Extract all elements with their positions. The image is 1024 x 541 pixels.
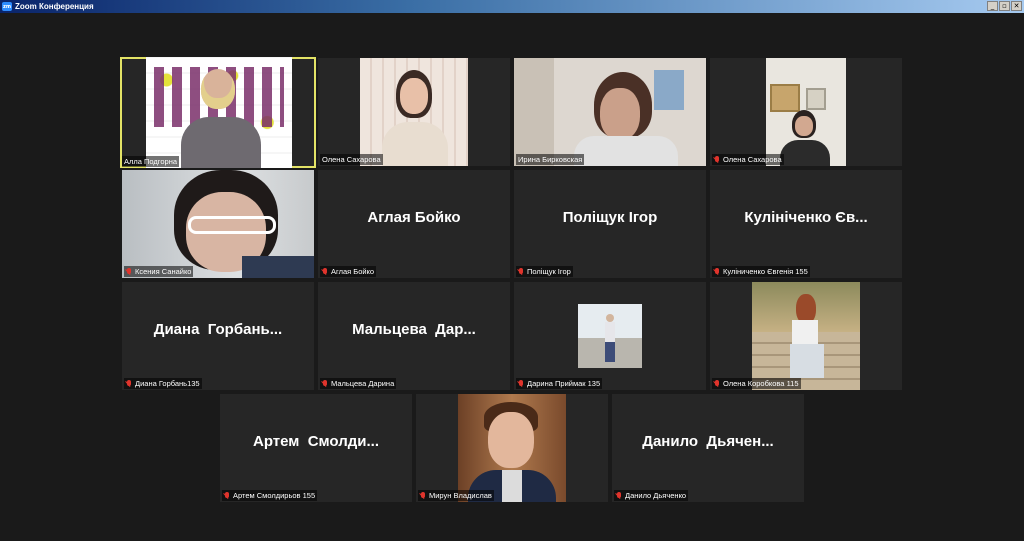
participant-tile[interactable]: Олена Коробкова 115 <box>710 282 902 390</box>
participant-tile[interactable]: Олена Сахарова <box>710 58 902 166</box>
participant-name-label: Мальцева Дарина <box>320 378 397 389</box>
participant-name-label: Ирина Бирковская <box>516 154 585 165</box>
participant-video <box>766 58 846 166</box>
maximize-button[interactable]: ▫ <box>999 1 1010 11</box>
participant-display-name: Поліщук Ігор <box>562 208 658 226</box>
participant-video <box>122 170 314 278</box>
participant-name-label: Данило Дьяченко <box>614 490 689 501</box>
participant-tile[interactable]: Мирун Владислав <box>416 394 608 502</box>
muted-microphone-icon <box>518 379 524 388</box>
participant-video <box>146 57 292 168</box>
muted-microphone-icon <box>322 379 328 388</box>
participant-display-name: Артем Смолди... <box>252 432 379 450</box>
participant-tile[interactable]: Артем Смолди... Артем Смолдирьов 155 <box>220 394 412 502</box>
participant-tile[interactable]: Данило Дьячен... Данило Дьяченко <box>612 394 804 502</box>
participant-name-label: Диана Горбань135 <box>124 378 202 389</box>
participant-name-label: Куліниченко Євгенія 155 <box>712 266 810 277</box>
participant-tile[interactable]: Олена Сахарова <box>318 58 510 166</box>
window-titlebar[interactable]: zm Zoom Конференция _ ▫ ✕ <box>0 0 1024 13</box>
participant-name-label: Аглая Бойко <box>320 266 377 277</box>
participant-video <box>752 282 860 390</box>
participant-display-name: Диана Горбань... <box>153 320 283 338</box>
minimize-button[interactable]: _ <box>987 1 998 11</box>
muted-microphone-icon <box>616 491 622 500</box>
participant-display-name: Данило Дьячен... <box>642 432 774 450</box>
window-controls: _ ▫ ✕ <box>987 1 1022 11</box>
muted-microphone-icon <box>420 491 426 500</box>
zoom-app-icon: zm <box>2 2 12 11</box>
participant-name-label: Олена Сахарова <box>320 154 383 165</box>
participant-tile[interactable]: Дарина Приймак 135 <box>514 282 706 390</box>
participant-video <box>514 58 706 166</box>
participant-name-label: Олена Сахарова <box>712 154 784 165</box>
muted-microphone-icon <box>126 267 132 276</box>
muted-microphone-icon <box>714 379 720 388</box>
participant-video <box>578 304 642 368</box>
participant-tile[interactable]: Аглая Бойко Аглая Бойко <box>318 170 510 278</box>
participant-display-name: Кулініченко Єв... <box>744 208 868 226</box>
participant-tile[interactable]: Ирина Бирковская <box>514 58 706 166</box>
muted-microphone-icon <box>224 491 230 500</box>
participant-name-label: Мирун Владислав <box>418 490 494 501</box>
participant-name-label: Алла Подгорна <box>122 156 180 167</box>
participant-video <box>360 58 468 166</box>
participant-name-label: Олена Коробкова 115 <box>712 378 801 389</box>
participant-tile[interactable]: Ксения Санайко <box>122 170 314 278</box>
participant-display-name: Мальцева Дар... <box>352 320 476 338</box>
participant-display-name: Аглая Бойко <box>367 208 461 226</box>
muted-microphone-icon <box>714 155 720 164</box>
participant-name-label: Ксения Санайко <box>124 266 194 277</box>
muted-microphone-icon <box>126 379 132 388</box>
participant-tile[interactable]: Мальцева Дар... Мальцева Дарина <box>318 282 510 390</box>
muted-microphone-icon <box>322 267 328 276</box>
participant-tile[interactable]: Диана Горбань... Диана Горбань135 <box>122 282 314 390</box>
participant-tile[interactable]: Кулініченко Єв... Куліниченко Євгенія 15… <box>710 170 902 278</box>
participant-name-label: Дарина Приймак 135 <box>516 378 603 389</box>
participant-tile[interactable]: Поліщук Ігор Поліщук Ігор <box>514 170 706 278</box>
participant-video <box>458 394 566 502</box>
participant-tile[interactable]: Алла Подгорна <box>120 57 316 168</box>
participant-name-label: Поліщук Ігор <box>516 266 573 277</box>
window-title: Zoom Конференция <box>15 2 94 11</box>
muted-microphone-icon <box>714 267 720 276</box>
participant-name-label: Артем Смолдирьов 155 <box>222 490 318 501</box>
close-button[interactable]: ✕ <box>1011 1 1022 11</box>
muted-microphone-icon <box>518 267 524 276</box>
